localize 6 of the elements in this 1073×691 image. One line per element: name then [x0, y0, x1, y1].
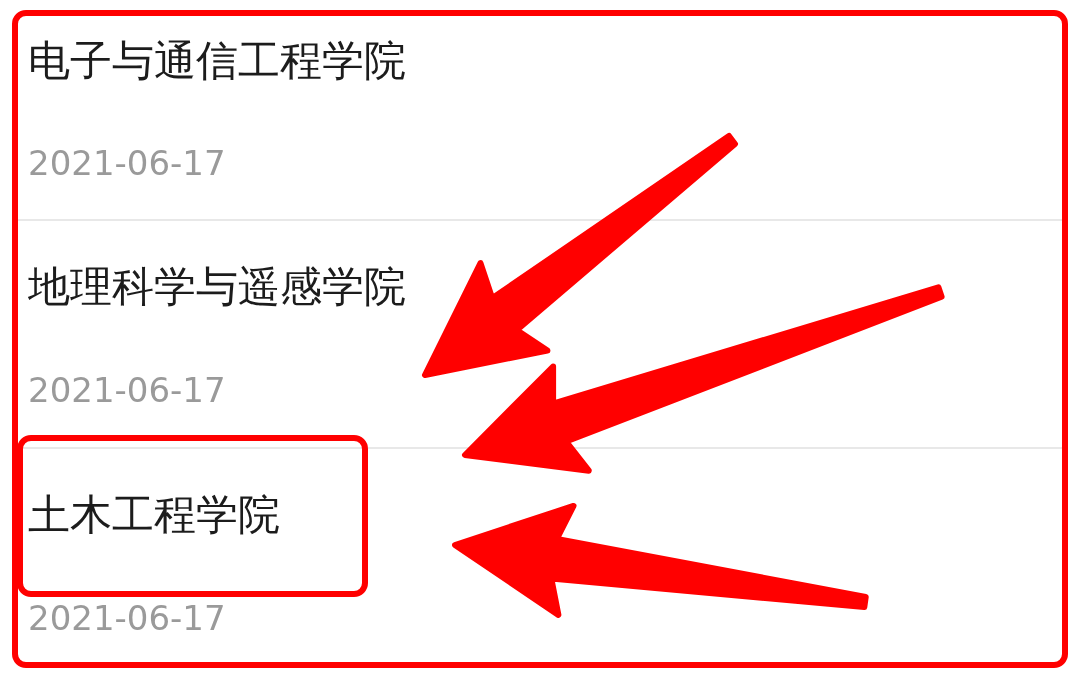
- list-item-date: 2021-06-17: [28, 142, 226, 185]
- list-item-date: 2021-06-17: [28, 597, 226, 640]
- list-item-date: 2021-06-17: [28, 369, 226, 412]
- list-item-title[interactable]: 电子与通信工程学院: [28, 36, 406, 86]
- list-item-title[interactable]: 地理科学与遥感学院: [28, 262, 406, 312]
- list-item-title[interactable]: 土木工程学院: [28, 490, 280, 540]
